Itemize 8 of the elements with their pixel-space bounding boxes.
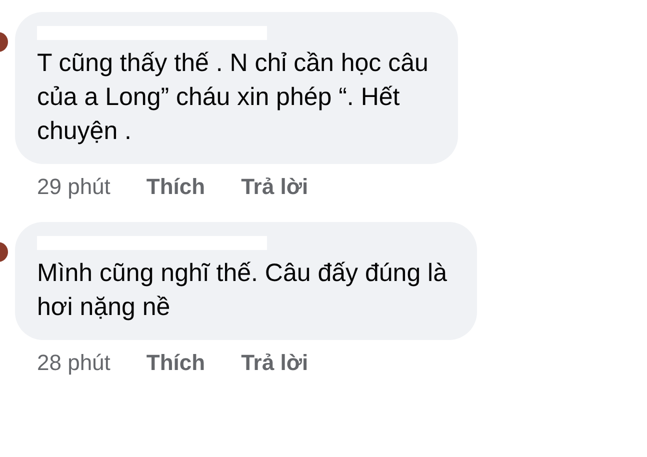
like-link[interactable]: Thích bbox=[146, 350, 206, 376]
reply-link[interactable]: Trả lời bbox=[241, 174, 308, 200]
comment-time: 29 phút bbox=[37, 174, 110, 200]
reply-link[interactable]: Trả lời bbox=[241, 350, 308, 376]
comment-text: Mình cũng nghĩ thế. Câu đấy đúng là hơi nặng nề bbox=[37, 258, 448, 323]
comment-time: 28 phút bbox=[37, 350, 110, 376]
comment-text: T cũng thấy thế . N chỉ cần học câu của a Long” cháu xin phép “. Hết chuyện . bbox=[37, 48, 428, 147]
like-link[interactable]: Thích bbox=[146, 174, 206, 200]
